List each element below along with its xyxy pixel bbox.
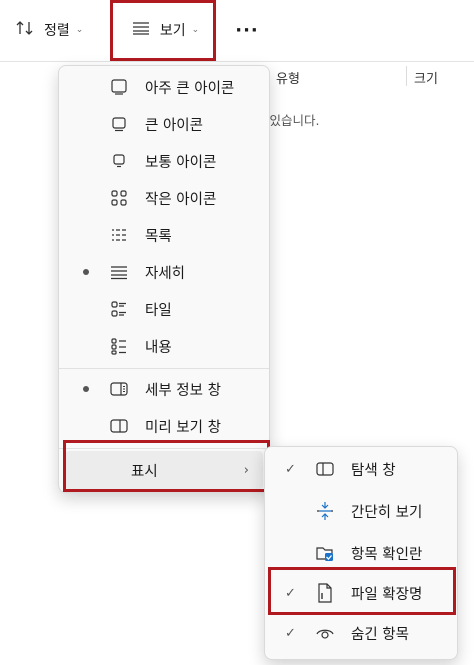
selected-bullet-icon <box>83 269 89 275</box>
menu-item-label: 자세히 <box>145 265 186 282</box>
menu-item-hidden-items[interactable]: ✓ 숨긴 항목 <box>271 615 451 651</box>
medium-icons-icon <box>109 151 129 171</box>
show-item-highlight <box>63 440 270 492</box>
menu-item-label: 타일 <box>145 302 172 319</box>
command-bar: 정렬 ⌄ 보기 ⌄ ··· <box>0 0 474 62</box>
details-pane-icon <box>109 379 129 399</box>
more-options-button[interactable]: ··· <box>232 12 262 48</box>
check-icon: ✓ <box>285 461 296 477</box>
menu-item-label: 내용 <box>145 339 172 356</box>
compact-view-icon <box>315 501 335 521</box>
menu-item-medium-icons[interactable]: 보통 아이콘 <box>65 143 263 179</box>
selected-bullet-icon <box>83 386 89 392</box>
menu-item-content[interactable]: 내용 <box>65 328 263 364</box>
menu-item-extra-large-icons[interactable]: 아주 큰 아이콘 <box>65 69 263 105</box>
hidden-items-icon <box>315 623 335 643</box>
preview-pane-icon <box>109 416 129 436</box>
details-icon <box>109 262 129 282</box>
menu-item-item-checkboxes[interactable]: 항목 확인란 <box>271 535 451 571</box>
column-type[interactable]: 유형 <box>276 68 300 87</box>
extra-large-icons-icon <box>109 77 129 97</box>
menu-item-label: 작은 아이콘 <box>145 191 217 208</box>
menu-item-label: 미리 보기 창 <box>145 419 221 436</box>
sort-icon <box>16 20 34 40</box>
item-checkboxes-icon <box>315 543 335 563</box>
column-size[interactable]: 크기 <box>414 68 438 87</box>
menu-item-list[interactable]: 목록 <box>65 217 263 253</box>
large-icons-icon <box>109 114 129 134</box>
content-icon <box>109 336 129 356</box>
column-divider[interactable] <box>406 66 407 86</box>
menu-item-navigation-pane[interactable]: ✓ 탐색 창 <box>271 451 451 487</box>
menu-item-compact-view[interactable]: 간단히 보기 <box>271 493 451 529</box>
sort-button[interactable]: 정렬 ⌄ <box>16 12 83 48</box>
file-extensions-highlight <box>268 567 456 615</box>
menu-item-label: 보통 아이콘 <box>145 154 217 171</box>
small-icons-icon <box>109 188 129 208</box>
menu-item-details[interactable]: 자세히 <box>65 254 263 290</box>
show-submenu: ✓ 탐색 창 간단히 보기 항목 확인란 ✓ 파일 확장명 ✓ 숨긴 항목 <box>264 446 458 660</box>
menu-divider <box>59 368 269 369</box>
menu-item-label: 간단히 보기 <box>351 504 423 521</box>
menu-item-label: 탐색 창 <box>351 462 396 479</box>
menu-item-label: 큰 아이콘 <box>145 117 203 134</box>
menu-item-label: 아주 큰 아이콘 <box>145 80 235 97</box>
chevron-down-icon: ⌄ <box>75 25 84 35</box>
sort-label: 정렬 <box>44 23 70 39</box>
menu-item-label: 세부 정보 창 <box>145 382 221 399</box>
view-button-highlight <box>110 0 216 61</box>
menu-item-label: 숨긴 항목 <box>351 626 409 643</box>
check-icon: ✓ <box>285 625 296 641</box>
menu-item-label: 항목 확인란 <box>351 546 423 563</box>
menu-item-large-icons[interactable]: 큰 아이콘 <box>65 106 263 142</box>
menu-item-tiles[interactable]: 타일 <box>65 291 263 327</box>
list-icon <box>109 225 129 245</box>
navigation-pane-icon <box>315 459 335 479</box>
menu-item-preview-pane[interactable]: 미리 보기 창 <box>65 408 263 444</box>
menu-item-details-pane[interactable]: 세부 정보 창 <box>65 371 263 407</box>
more-label: ··· <box>235 19 259 41</box>
view-menu: 아주 큰 아이콘 큰 아이콘 보통 아이콘 작은 아이콘 목록 자세히 타일 내… <box>58 65 270 493</box>
menu-item-label: 목록 <box>145 228 172 245</box>
tiles-icon <box>109 299 129 319</box>
menu-item-small-icons[interactable]: 작은 아이콘 <box>65 180 263 216</box>
